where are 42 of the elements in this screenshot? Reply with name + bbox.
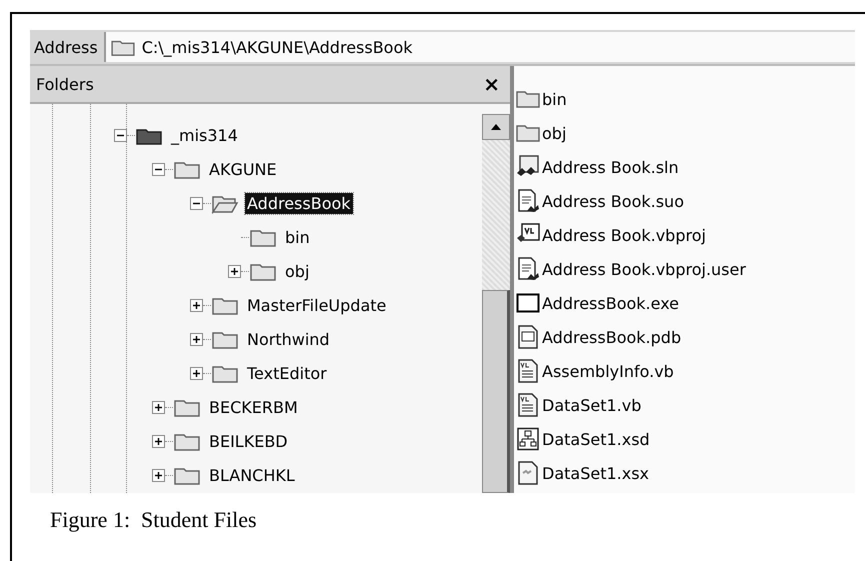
expand-toggle[interactable]: [190, 366, 203, 380]
figure-caption: Figure 1: Student Files: [50, 507, 258, 533]
file-item[interactable]: DataSet1.xsd: [542, 430, 650, 448]
file-item[interactable]: Address Book.suo: [542, 192, 684, 210]
folder-item[interactable]: MasterFileUpdate: [245, 294, 388, 316]
file-item[interactable]: bin: [542, 90, 567, 108]
folder-item[interactable]: TextEditor: [245, 362, 329, 384]
folder-item[interactable]: bin: [283, 226, 312, 248]
file-item[interactable]: Address Book.vbproj: [542, 226, 706, 244]
file-item[interactable]: AddressBook.pdb: [542, 328, 682, 346]
file-item[interactable]: DataSet1.vb: [542, 396, 642, 414]
file-item[interactable]: AddressBook.exe: [542, 294, 680, 312]
expand-toggle[interactable]: [152, 162, 165, 176]
folder-item[interactable]: BECKERBM: [207, 396, 300, 418]
expand-toggle[interactable]: [228, 264, 241, 278]
folder-item[interactable]: AKGUNE: [207, 158, 279, 180]
address-label: Address: [34, 38, 98, 56]
file-item[interactable]: Address Book.sln: [542, 158, 679, 176]
file-item[interactable]: AssemblyInfo.vb: [542, 362, 674, 380]
scroll-up-button[interactable]: [482, 114, 510, 140]
expand-toggle[interactable]: [190, 196, 203, 210]
close-button[interactable]: ×: [479, 72, 504, 96]
pane-title: Folders: [36, 74, 94, 94]
folder-item[interactable]: obj: [283, 260, 312, 282]
expand-toggle[interactable]: [152, 434, 165, 448]
expand-toggle[interactable]: [152, 400, 165, 414]
folder-item[interactable]: AddressBook: [245, 192, 353, 214]
scroll-thumb[interactable]: [482, 290, 510, 493]
expand-toggle[interactable]: [114, 128, 127, 142]
file-item[interactable]: obj: [542, 124, 566, 142]
expand-toggle[interactable]: [152, 468, 165, 482]
folder-item[interactable]: Northwind: [245, 328, 332, 350]
up-arrow-icon: [490, 123, 502, 131]
address-field[interactable]: C:\_mis314\AKGUNE\AddressBook: [104, 32, 855, 62]
expand-toggle[interactable]: [190, 332, 203, 346]
folder-item[interactable]: BEILKEBD: [207, 430, 290, 452]
expand-toggle[interactable]: [190, 298, 203, 312]
file-item[interactable]: Address Book.vbproj.user: [542, 260, 746, 278]
file-item[interactable]: DataSet1.xsx: [542, 464, 650, 482]
folder-item[interactable]: BLANCHKL: [207, 464, 297, 486]
folder-item[interactable]: _mis314: [169, 124, 240, 146]
scrollbar[interactable]: [482, 114, 510, 493]
